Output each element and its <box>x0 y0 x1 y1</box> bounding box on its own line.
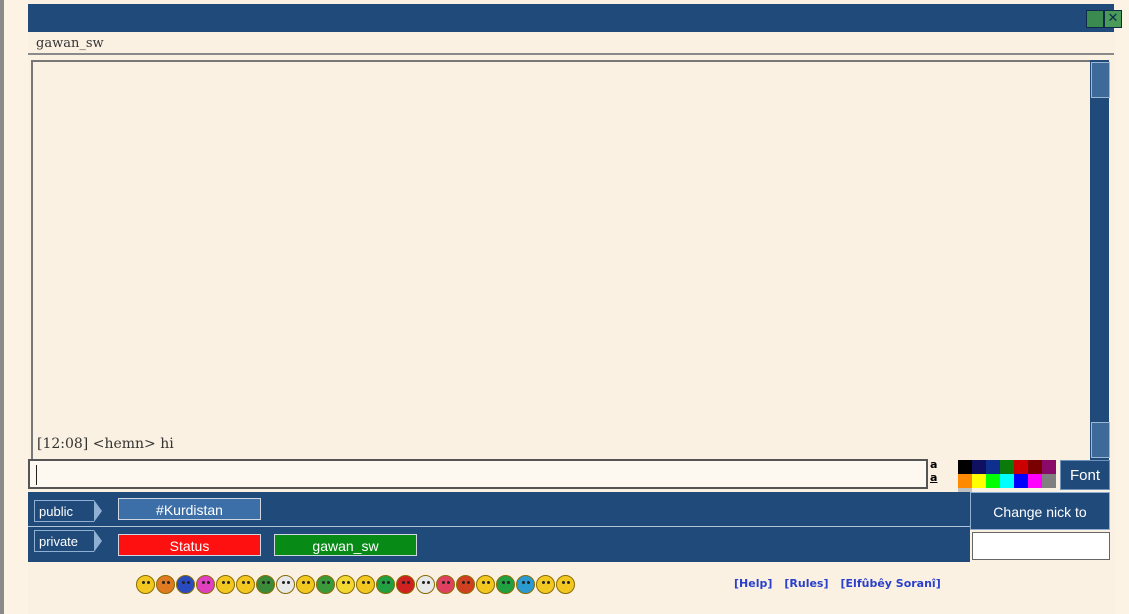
alphabet-link[interactable]: [Elfûbêy Soranî] <box>841 574 941 594</box>
change-nick-button[interactable]: Change nick to <box>970 492 1110 530</box>
window-edge <box>0 0 4 614</box>
font-button[interactable]: Font <box>1060 460 1110 490</box>
color-swatch[interactable] <box>1000 460 1014 474</box>
public-label: public <box>34 500 94 522</box>
footer-links: [Help] [Rules] [Elfûbêy Soranî] <box>734 574 941 594</box>
smiley-icon[interactable] <box>256 575 275 594</box>
color-swatch[interactable] <box>1042 460 1056 474</box>
smiley-icon[interactable] <box>136 575 155 594</box>
text-cursor <box>36 465 37 485</box>
close-icon[interactable]: ✕ <box>1104 10 1122 28</box>
smiley-icon[interactable] <box>236 575 255 594</box>
help-link[interactable]: [Help] <box>734 574 772 594</box>
smiley-icon[interactable] <box>396 575 415 594</box>
color-swatch[interactable] <box>1014 474 1028 488</box>
smiley-icon[interactable] <box>436 575 455 594</box>
smiley-icon[interactable] <box>516 575 535 594</box>
color-swatch[interactable] <box>1028 460 1042 474</box>
smiley-icon[interactable] <box>276 575 295 594</box>
channel-nick-title: gawan_sw <box>28 33 1114 55</box>
channel-bar: public private #Kurdistan Status gawan_s… <box>28 492 970 562</box>
chat-messages: [12:08] <hemn> hi <box>31 60 1091 460</box>
color-swatch[interactable] <box>1000 474 1014 488</box>
smiley-icon[interactable] <box>456 575 475 594</box>
chat-message: [12:08] <hemn> hi <box>37 436 174 452</box>
underline-a[interactable]: a <box>930 471 937 484</box>
scroll-down-button[interactable] <box>1091 422 1110 458</box>
smiley-icon[interactable] <box>416 575 435 594</box>
chat-scrollbar[interactable] <box>1090 60 1110 460</box>
color-swatch[interactable] <box>972 474 986 488</box>
smiley-icon[interactable] <box>176 575 195 594</box>
bold-a[interactable]: a <box>930 458 937 471</box>
smiley-icon[interactable] <box>496 575 515 594</box>
private-arrow-icon <box>94 530 102 552</box>
smiley-icon[interactable] <box>296 575 315 594</box>
text-style-toggle[interactable]: a a <box>930 458 937 484</box>
color-swatch[interactable] <box>958 474 972 488</box>
smiley-icon[interactable] <box>336 575 355 594</box>
color-swatch[interactable] <box>958 460 972 474</box>
smiley-icon[interactable] <box>376 575 395 594</box>
color-swatch[interactable] <box>1042 474 1056 488</box>
public-arrow-icon <box>94 500 102 522</box>
smiley-icon[interactable] <box>476 575 495 594</box>
message-input[interactable] <box>28 459 928 489</box>
rules-link[interactable]: [Rules] <box>784 574 828 594</box>
tab-kurdistan[interactable]: #Kurdistan <box>118 498 261 520</box>
smiley-icon[interactable] <box>316 575 335 594</box>
smiley-icon[interactable] <box>156 575 175 594</box>
color-swatch[interactable] <box>986 474 1000 488</box>
nick-input[interactable] <box>972 532 1110 560</box>
color-swatch[interactable] <box>972 460 986 474</box>
title-bar: ✕ <box>28 4 1122 32</box>
smiley-icon[interactable] <box>216 575 235 594</box>
maximize-icon[interactable] <box>1086 10 1104 28</box>
color-swatch[interactable] <box>1014 460 1028 474</box>
color-swatch[interactable] <box>986 460 1000 474</box>
channel-divider <box>28 526 970 527</box>
smiley-icon[interactable] <box>556 575 575 594</box>
color-swatch[interactable] <box>1028 474 1042 488</box>
tab-gawan-sw[interactable]: gawan_sw <box>274 534 417 556</box>
scroll-up-button[interactable] <box>1091 62 1110 98</box>
smiley-icon[interactable] <box>536 575 555 594</box>
private-label: private <box>34 530 94 552</box>
tab-status[interactable]: Status <box>118 534 261 556</box>
smiley-bar <box>136 575 575 594</box>
smiley-icon[interactable] <box>356 575 375 594</box>
chat-window: ✕ gawan_sw [12:08] <hemn> hi a a Font pu… <box>28 0 1122 614</box>
smiley-icon[interactable] <box>196 575 215 594</box>
